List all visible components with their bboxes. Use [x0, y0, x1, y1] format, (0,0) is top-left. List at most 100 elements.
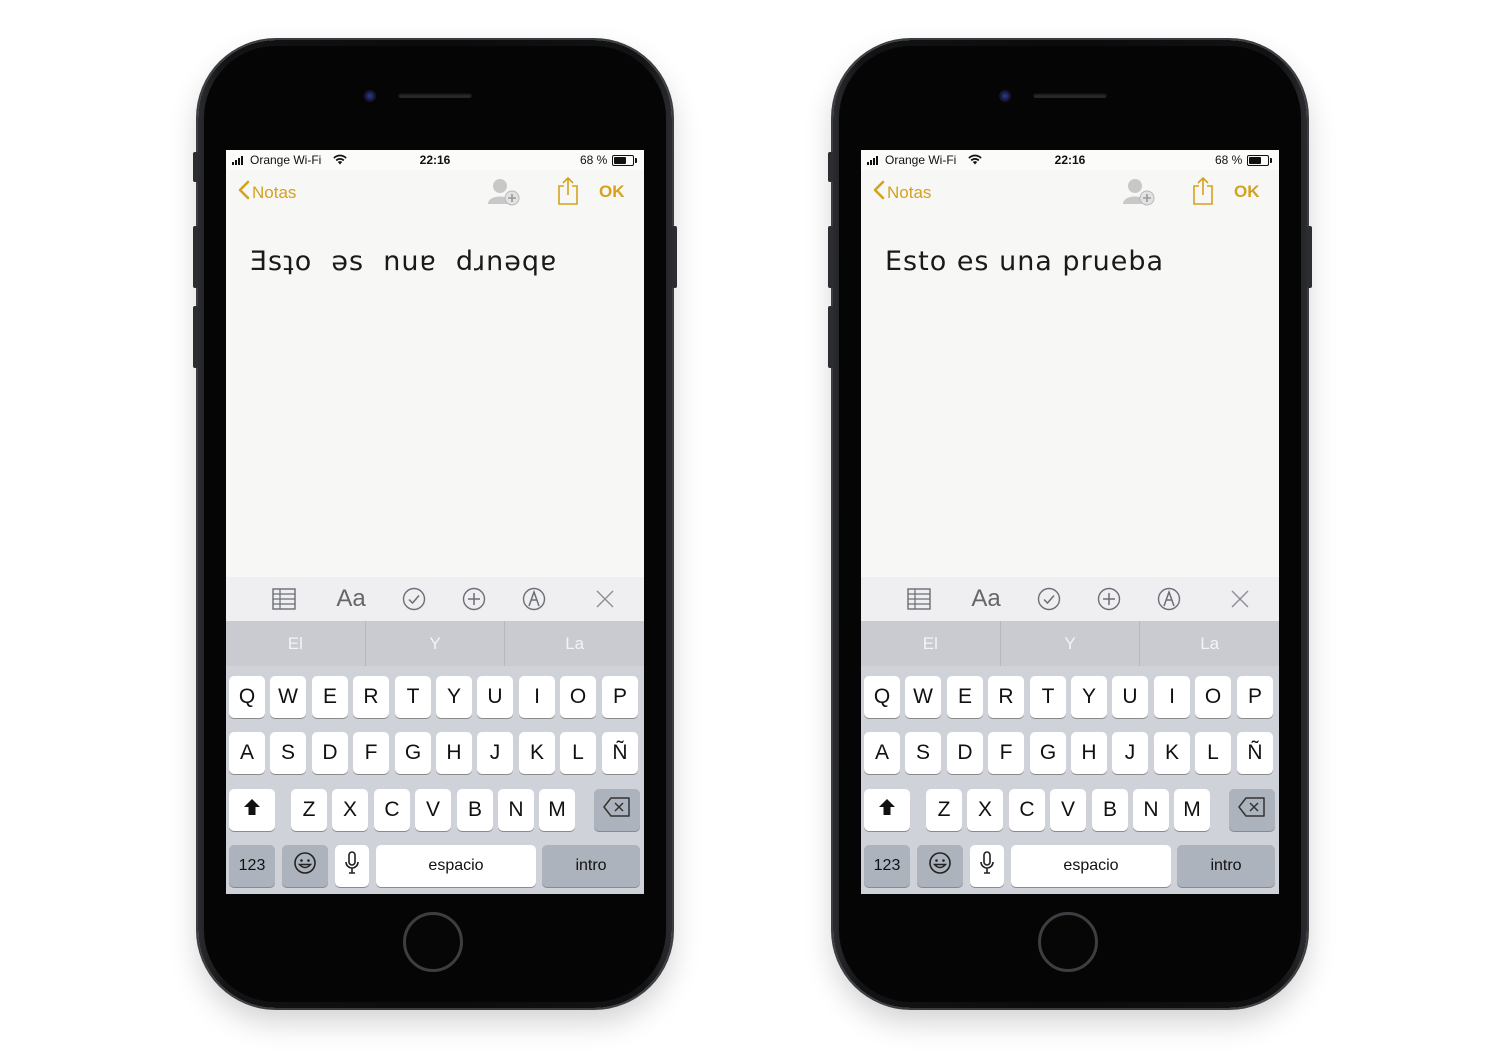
key-m[interactable]: M: [539, 789, 575, 831]
space-key[interactable]: espacio: [376, 845, 536, 887]
key-b[interactable]: B: [1092, 789, 1128, 831]
shift-key[interactable]: [229, 789, 275, 831]
key-t[interactable]: T: [1030, 676, 1066, 718]
key-z[interactable]: Z: [291, 789, 327, 831]
key-o[interactable]: O: [560, 676, 596, 718]
key-k[interactable]: K: [1154, 732, 1190, 774]
key-p[interactable]: P: [1237, 676, 1273, 718]
key-r[interactable]: R: [988, 676, 1024, 718]
table-icon[interactable]: [269, 584, 299, 614]
space-key[interactable]: espacio: [1011, 845, 1171, 887]
key-s[interactable]: S: [905, 732, 941, 774]
dictation-key[interactable]: [970, 845, 1004, 887]
key-ñ[interactable]: Ñ: [1237, 732, 1273, 774]
share-icon[interactable]: [556, 176, 580, 206]
key-e[interactable]: E: [947, 676, 983, 718]
suggestion-item[interactable]: Y: [364, 621, 505, 666]
key-o[interactable]: O: [1195, 676, 1231, 718]
key-d[interactable]: D: [312, 732, 348, 774]
delete-key[interactable]: [594, 789, 640, 831]
close-icon[interactable]: [1225, 584, 1255, 614]
key-z[interactable]: Z: [926, 789, 962, 831]
key-l[interactable]: L: [1195, 732, 1231, 774]
checklist-icon[interactable]: [399, 584, 429, 614]
keyboard: Q W E R T Y U I O P A S D F G H J K L Ñ Z X C V B N M 123 espacio int…: [226, 666, 644, 894]
return-key[interactable]: intro: [542, 845, 640, 887]
key-w[interactable]: W: [905, 676, 941, 718]
suggestion-item[interactable]: Y: [999, 621, 1140, 666]
collaborate-icon[interactable]: [1121, 176, 1155, 206]
key-u[interactable]: U: [1112, 676, 1148, 718]
emoji-key[interactable]: [282, 845, 328, 887]
suggestion-item[interactable]: El: [226, 621, 365, 666]
key-i[interactable]: I: [1154, 676, 1190, 718]
suggestion-item[interactable]: La: [1139, 621, 1279, 666]
table-icon[interactable]: [904, 584, 934, 614]
key-h[interactable]: H: [436, 732, 472, 774]
key-n[interactable]: N: [498, 789, 534, 831]
emoji-key[interactable]: [917, 845, 963, 887]
key-x[interactable]: X: [967, 789, 1003, 831]
dictation-key[interactable]: [335, 845, 369, 887]
share-icon[interactable]: [1191, 176, 1215, 206]
key-g[interactable]: G: [395, 732, 431, 774]
key-h[interactable]: H: [1071, 732, 1107, 774]
numbers-key[interactable]: 123: [864, 845, 910, 887]
home-button[interactable]: [403, 912, 463, 972]
delete-key[interactable]: [1229, 789, 1275, 831]
key-d[interactable]: D: [947, 732, 983, 774]
key-q[interactable]: Q: [229, 676, 265, 718]
add-icon[interactable]: [459, 584, 489, 614]
collaborate-icon[interactable]: [486, 176, 520, 206]
checklist-icon[interactable]: [1034, 584, 1064, 614]
key-c[interactable]: C: [1009, 789, 1045, 831]
return-key[interactable]: intro: [1177, 845, 1275, 887]
key-t[interactable]: T: [395, 676, 431, 718]
key-c[interactable]: C: [374, 789, 410, 831]
note-body[interactable]: Ǝsʇo ǝs nuɐ dɹnǝqɐ: [250, 246, 557, 277]
suggestion-item[interactable]: El: [861, 621, 1000, 666]
nav-bar: Notas OK: [226, 170, 644, 214]
key-u[interactable]: U: [477, 676, 513, 718]
back-button[interactable]: Notas: [238, 180, 296, 205]
key-a[interactable]: A: [229, 732, 265, 774]
note-body[interactable]: Esto es una prueba: [885, 246, 1164, 277]
key-k[interactable]: K: [519, 732, 555, 774]
numbers-key[interactable]: 123: [229, 845, 275, 887]
markup-icon[interactable]: [519, 584, 549, 614]
markup-icon[interactable]: [1154, 584, 1184, 614]
shift-key[interactable]: [864, 789, 910, 831]
key-m[interactable]: M: [1174, 789, 1210, 831]
key-q[interactable]: Q: [864, 676, 900, 718]
text-format-button[interactable]: Aa: [971, 584, 1001, 614]
key-l[interactable]: L: [560, 732, 596, 774]
key-y[interactable]: Y: [436, 676, 472, 718]
key-j[interactable]: J: [1112, 732, 1148, 774]
key-j[interactable]: J: [477, 732, 513, 774]
done-button[interactable]: OK: [599, 182, 625, 202]
key-n[interactable]: N: [1133, 789, 1169, 831]
close-icon[interactable]: [590, 584, 620, 614]
text-format-button[interactable]: Aa: [336, 584, 366, 614]
key-r[interactable]: R: [353, 676, 389, 718]
key-v[interactable]: V: [415, 789, 451, 831]
key-b[interactable]: B: [457, 789, 493, 831]
key-e[interactable]: E: [312, 676, 348, 718]
key-s[interactable]: S: [270, 732, 306, 774]
suggestion-item[interactable]: La: [504, 621, 644, 666]
key-ñ[interactable]: Ñ: [602, 732, 638, 774]
key-i[interactable]: I: [519, 676, 555, 718]
back-button[interactable]: Notas: [873, 180, 931, 205]
key-g[interactable]: G: [1030, 732, 1066, 774]
add-icon[interactable]: [1094, 584, 1124, 614]
key-f[interactable]: F: [988, 732, 1024, 774]
key-y[interactable]: Y: [1071, 676, 1107, 718]
key-p[interactable]: P: [602, 676, 638, 718]
key-a[interactable]: A: [864, 732, 900, 774]
key-w[interactable]: W: [270, 676, 306, 718]
key-f[interactable]: F: [353, 732, 389, 774]
done-button[interactable]: OK: [1234, 182, 1260, 202]
home-button[interactable]: [1038, 912, 1098, 972]
key-v[interactable]: V: [1050, 789, 1086, 831]
key-x[interactable]: X: [332, 789, 368, 831]
